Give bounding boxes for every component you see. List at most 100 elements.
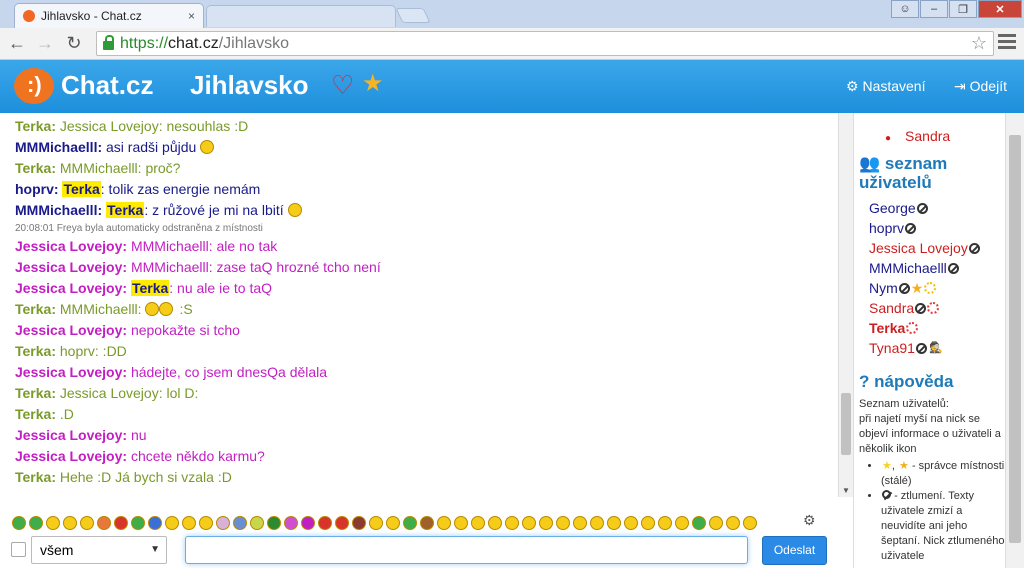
user-icon[interactable]: ☺ [891, 0, 919, 18]
chat-logo-icon[interactable]: :) [14, 68, 54, 104]
sidebar-scroll-thumb[interactable] [1009, 135, 1021, 543]
messages-scrollbar[interactable]: ▼ [838, 113, 853, 497]
reload-icon[interactable]: ↻ [63, 32, 85, 54]
emoticon-icon[interactable] [675, 516, 689, 530]
emoticon-icon[interactable] [250, 516, 264, 530]
back-arrow-icon[interactable]: ← [6, 32, 28, 54]
emoticon-icon[interactable] [403, 516, 417, 530]
user-list-item[interactable]: Nym ★ [869, 278, 1005, 298]
message-nick[interactable]: MMMichaelll: [15, 202, 102, 218]
tab-close-icon[interactable]: × [188, 9, 195, 23]
emoticon-icon[interactable] [165, 516, 179, 530]
sidebar-item-sandra[interactable]: ● Sandra [859, 126, 1005, 146]
user-list-item[interactable]: Tyna91 🕵 [869, 338, 1005, 358]
address-bar[interactable]: https:// chat.cz /Jihlavsko ☆ [96, 31, 994, 56]
minimize-button[interactable]: – [920, 0, 948, 18]
private-checkbox[interactable] [11, 542, 26, 557]
user-list-item[interactable]: MMMichaelll [869, 258, 1005, 278]
emoticon-icon[interactable] [97, 516, 111, 530]
emoticon-icon[interactable] [284, 516, 298, 530]
message-nick[interactable]: Jessica Lovejoy: [15, 322, 127, 338]
user-list-item[interactable]: Terka [869, 318, 1005, 338]
emoticon-icon[interactable] [437, 516, 451, 530]
emoticon-icon[interactable] [335, 516, 349, 530]
emoticon-icon[interactable] [216, 516, 230, 530]
emoticon-icon[interactable] [607, 516, 621, 530]
message-nick[interactable]: Terka: [15, 118, 56, 134]
emoticon-icon[interactable] [590, 516, 604, 530]
emoticon-settings-gear-icon[interactable]: ⚙ [803, 512, 816, 529]
emoticon-icon[interactable] [573, 516, 587, 530]
new-tab-button[interactable] [395, 8, 431, 23]
emoticon-icon[interactable] [386, 516, 400, 530]
forward-arrow-icon[interactable]: → [34, 32, 56, 54]
browser-tab-inactive[interactable] [206, 5, 396, 27]
user-list-item[interactable]: Jessica Lovejoy [869, 238, 1005, 258]
emoticon-icon[interactable] [63, 516, 77, 530]
user-list-item[interactable]: Sandra [869, 298, 1005, 318]
sidebar-scrollbar[interactable] [1005, 113, 1024, 568]
emoticon-icon[interactable] [454, 516, 468, 530]
emoticon-icon[interactable] [539, 516, 553, 530]
emoticon-icon[interactable] [505, 516, 519, 530]
browser-menu-icon[interactable] [998, 34, 1016, 52]
messages-scroll-thumb[interactable] [841, 393, 851, 455]
star-icon[interactable]: ★ [362, 72, 384, 96]
scroll-down-arrow-icon[interactable]: ▼ [842, 486, 850, 495]
emoticon-icon[interactable] [131, 516, 145, 530]
emoticon-icon[interactable] [318, 516, 332, 530]
window-close-button[interactable]: ✕ [978, 0, 1022, 18]
message-nick[interactable]: Terka: [15, 301, 56, 317]
user-list-item[interactable]: George [869, 198, 1005, 218]
emoticon-icon[interactable] [46, 516, 60, 530]
message-nick[interactable]: Terka: [15, 160, 56, 176]
emoticon-icon[interactable] [148, 516, 162, 530]
emoticon-icon[interactable] [624, 516, 638, 530]
emoticon-icon[interactable] [743, 516, 757, 530]
emoticon-icon[interactable] [488, 516, 502, 530]
message-nick[interactable]: MMMichaelll: [15, 139, 102, 155]
message-nick[interactable]: Jessica Lovejoy: [15, 238, 127, 254]
user-list-item[interactable]: hoprv [869, 218, 1005, 238]
bookmark-star-icon[interactable]: ☆ [971, 33, 987, 54]
emoticon-icon[interactable] [556, 516, 570, 530]
message-nick[interactable]: Jessica Lovejoy: [15, 364, 127, 380]
emoticon-icon[interactable] [522, 516, 536, 530]
emoticon-icon[interactable] [233, 516, 247, 530]
heart-icon[interactable]: ♡ [331, 72, 354, 98]
message-nick[interactable]: Terka: [15, 406, 56, 422]
message-nick[interactable]: Terka: [15, 385, 56, 401]
emoticon-icon[interactable] [726, 516, 740, 530]
emoticon-icon[interactable] [182, 516, 196, 530]
message-nick[interactable]: Jessica Lovejoy: [15, 280, 127, 296]
logout-link[interactable]: ⇥ Odejít [954, 78, 1007, 95]
message-nick[interactable]: Terka: [15, 469, 56, 485]
emoticon-icon[interactable] [369, 516, 383, 530]
emoticon-icon[interactable] [709, 516, 723, 530]
message-input[interactable] [185, 536, 748, 564]
emoticon-icon[interactable] [301, 516, 315, 530]
message-nick[interactable]: hoprv: [15, 181, 59, 197]
emoticon-icon[interactable] [420, 516, 434, 530]
emoticon-icon[interactable] [12, 516, 26, 530]
settings-link[interactable]: ⚙ Nastavení [846, 78, 926, 95]
brand-title[interactable]: Chat.cz [61, 70, 153, 101]
emoticon-icon[interactable] [352, 516, 366, 530]
emoticon-icon[interactable] [29, 516, 43, 530]
message-nick[interactable]: Jessica Lovejoy: [15, 259, 127, 275]
emoticon-icon[interactable] [114, 516, 128, 530]
emoticon-icon[interactable] [692, 516, 706, 530]
emoticon-icon[interactable] [80, 516, 94, 530]
emoticon-icon[interactable] [641, 516, 655, 530]
maximize-button[interactable]: ❐ [949, 0, 977, 18]
message-nick[interactable]: Terka: [15, 343, 56, 359]
emoticon-icon[interactable] [471, 516, 485, 530]
message-nick[interactable]: Jessica Lovejoy: [15, 448, 127, 464]
recipient-select[interactable]: všem ▼ [31, 536, 167, 564]
send-button[interactable]: Odeslat [762, 536, 827, 565]
message-nick[interactable]: Jessica Lovejoy: [15, 427, 127, 443]
emoticon-icon[interactable] [267, 516, 281, 530]
browser-tab-active[interactable]: Jihlavsko - Chat.cz × [14, 3, 204, 28]
emoticon-icon[interactable] [199, 516, 213, 530]
emoticon-icon[interactable] [658, 516, 672, 530]
